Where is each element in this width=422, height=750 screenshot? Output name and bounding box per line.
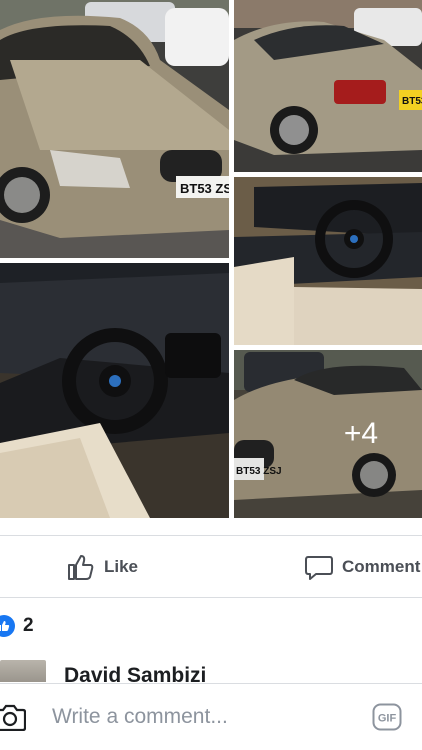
- interior-image: [0, 263, 229, 518]
- car-rear-image: BT53: [234, 0, 422, 172]
- post-photo-front-view[interactable]: BT53 ZSJ: [0, 0, 229, 258]
- post-photo-interior-wide[interactable]: [0, 263, 229, 518]
- like-label: Like: [104, 557, 139, 576]
- more-photos-count[interactable]: +4: [234, 350, 422, 518]
- car-front-image: BT53 ZSJ: [0, 0, 229, 258]
- post-photo-rear-view[interactable]: BT53: [234, 0, 422, 172]
- comment-bubble-icon: [304, 552, 334, 582]
- comment-preview: David Sambizi: [0, 660, 422, 682]
- avatar[interactable]: [0, 660, 46, 682]
- thumbs-up-icon: [66, 552, 96, 582]
- gif-button[interactable]: GIF: [372, 703, 402, 736]
- front-number-plate: BT53 ZSJ: [180, 181, 229, 196]
- gif-label: GIF: [378, 713, 397, 725]
- divider: [0, 535, 422, 536]
- rear-number-plate: BT53: [402, 96, 422, 107]
- reaction-count: 2: [23, 615, 34, 636]
- camera-icon[interactable]: [0, 703, 27, 736]
- commenter-name[interactable]: David Sambizi: [64, 664, 206, 682]
- comment-input[interactable]: [52, 702, 352, 732]
- comment-label: Comment: [342, 557, 421, 576]
- post-photo-interior-side[interactable]: [234, 177, 422, 345]
- interior-side-image: [234, 177, 422, 345]
- like-button[interactable]: Like: [66, 547, 138, 587]
- reactions-summary[interactable]: 2: [0, 613, 34, 639]
- divider: [0, 597, 422, 598]
- like-reaction-icon: [0, 615, 15, 637]
- comment-button[interactable]: Comment: [304, 547, 420, 587]
- comment-composer: GIF: [0, 683, 422, 750]
